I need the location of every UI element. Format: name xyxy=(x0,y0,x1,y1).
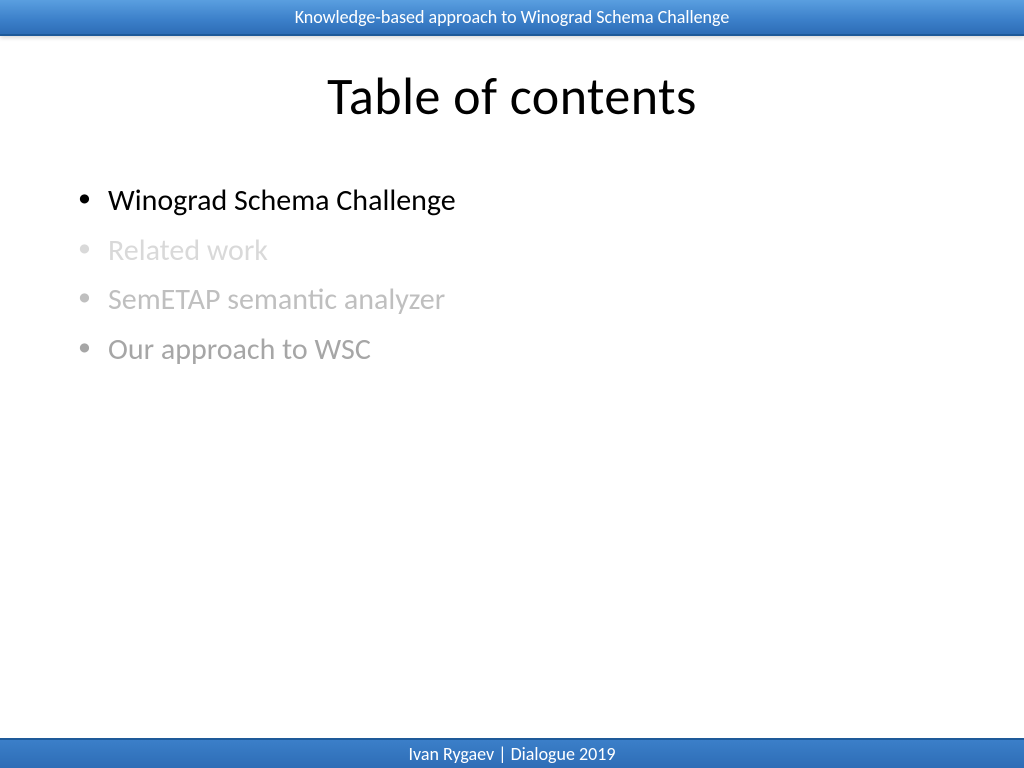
toc-list: Winograd Schema Challenge Related work S… xyxy=(72,176,1024,374)
presentation-header: Knowledge-based approach to Winograd Sch… xyxy=(0,0,1024,36)
slide: Knowledge-based approach to Winograd Sch… xyxy=(0,0,1024,768)
toc-item: Winograd Schema Challenge xyxy=(72,176,1024,226)
slide-content: Winograd Schema Challenge Related work S… xyxy=(72,176,1024,374)
slide-title: Table of contents xyxy=(0,64,1024,128)
presentation-footer: Ivan Rygaev | Dialogue 2019 xyxy=(0,738,1024,768)
toc-item: Our approach to WSC xyxy=(72,325,1024,375)
toc-item: Related work xyxy=(72,226,1024,276)
toc-item: SemETAP semantic analyzer xyxy=(72,275,1024,325)
